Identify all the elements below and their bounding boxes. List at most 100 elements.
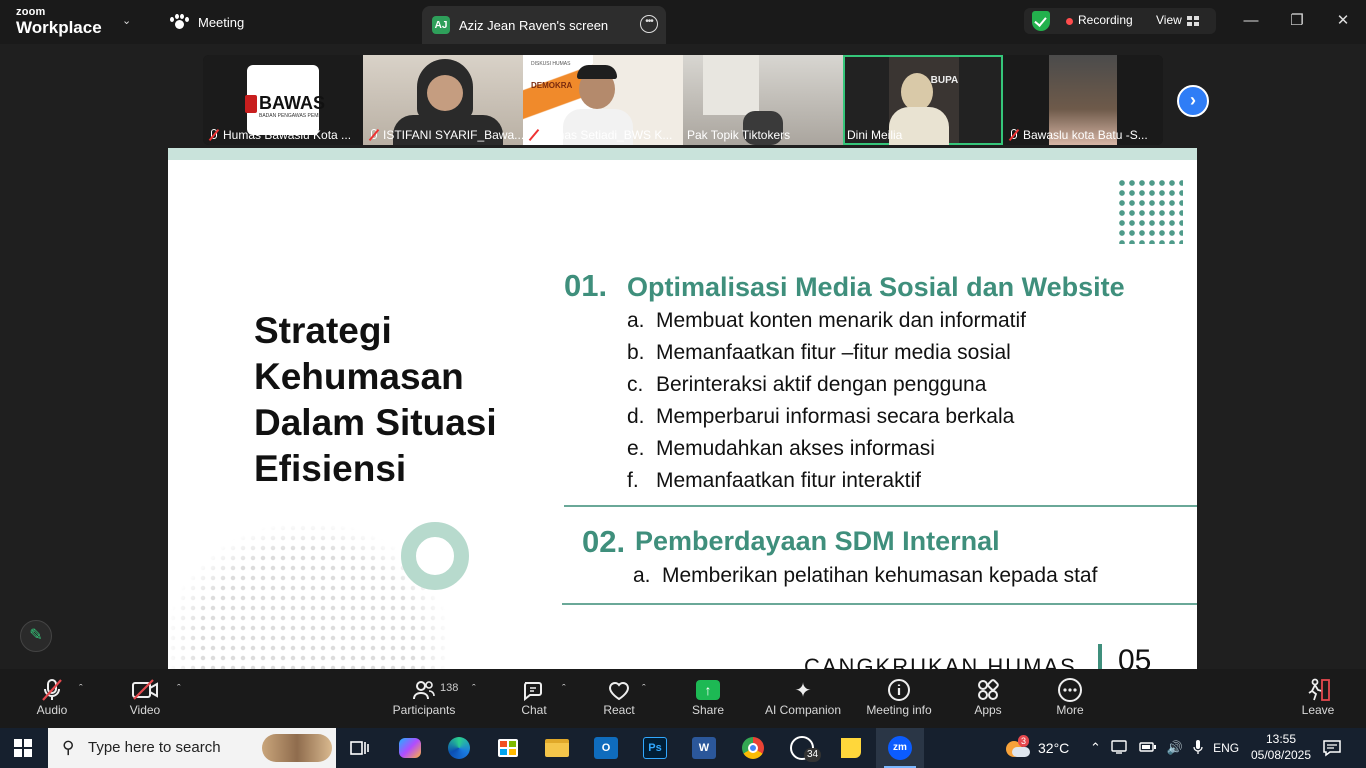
participant-name-label: ISTIFANI SYARIF_Bawa... <box>367 128 523 142</box>
chrome-icon[interactable] <box>729 728 777 768</box>
ai-companion-label: AI Companion <box>764 703 842 717</box>
microphone-in-use-icon[interactable] <box>1193 739 1203 758</box>
recording-label[interactable]: Recording <box>1078 13 1133 27</box>
leave-icon <box>1300 677 1336 703</box>
pencil-icon: ✎ <box>29 627 43 644</box>
whatsapp-icon[interactable]: 34 <box>778 728 826 768</box>
view-button[interactable]: View <box>1156 13 1182 27</box>
search-highlight-image <box>262 734 332 762</box>
participant-face <box>901 73 933 111</box>
bawaslu-logo: BAWAS BADAN PENGAWAS PEMI <box>245 65 325 135</box>
search-placeholder: Type here to search <box>88 739 221 756</box>
footer-accent-bar <box>1098 644 1102 669</box>
participant-tile[interactable]: Bawaslu kota Batu -S... <box>1003 55 1163 145</box>
video-off-icon <box>126 677 164 703</box>
meeting-info-button[interactable]: Meeting info <box>863 677 935 717</box>
section-divider <box>562 603 1197 605</box>
apps-button[interactable]: Apps <box>970 677 1006 717</box>
leave-label: Leave <box>1301 703 1335 717</box>
meeting-menu-label: Meeting <box>198 14 245 30</box>
show-hidden-icons-chevron-icon[interactable]: ⌃ <box>1090 740 1101 756</box>
leave-button[interactable]: Leave <box>1300 677 1336 717</box>
security-shield-icon[interactable] <box>1032 11 1050 31</box>
bawaslu-logo-subtext: BADAN PENGAWAS PEMI <box>259 113 320 119</box>
system-clock[interactable]: 13:55 05/08/2025 <box>1248 731 1314 763</box>
participant-tile[interactable]: ISTIFANI SYARIF_Bawa... <box>363 55 523 145</box>
system-tray: ⌃ 🔊 ENG <box>1090 728 1239 768</box>
next-participants-button[interactable]: › <box>1177 85 1209 117</box>
screen-share-tab[interactable]: AJ Aziz Jean Raven's screen ••• <box>422 6 666 44</box>
participant-name: Dimas Setiadi_BWS K... <box>543 128 673 142</box>
chat-icon <box>516 677 552 703</box>
recording-dot-icon <box>1066 18 1073 25</box>
list-item: e. Memudahkan akses informasi <box>627 437 935 460</box>
participant-tile[interactable]: DISKUSI HUMAS DEMOKRA Dimas Setiadi_BWS … <box>523 55 683 145</box>
close-button[interactable]: ✕ <box>1333 11 1353 31</box>
grid-view-icon[interactable] <box>1187 16 1199 26</box>
react-button[interactable]: React <box>600 677 638 717</box>
section-number: 01. <box>564 268 608 303</box>
ai-companion-button[interactable]: ✦ AI Companion <box>763 677 843 718</box>
file-explorer-icon[interactable] <box>533 728 581 768</box>
microsoft-store-icon[interactable] <box>484 728 532 768</box>
participant-name: Bawaslu kota Batu -S... <box>1023 128 1148 142</box>
volume-icon[interactable]: 🔊 <box>1167 740 1183 756</box>
temperature: 32°C <box>1038 740 1070 756</box>
copilot-icon[interactable] <box>386 728 434 768</box>
clock-time: 13:55 <box>1265 732 1297 746</box>
sticky-notes-icon[interactable] <box>827 728 875 768</box>
meeting-stage: BAWAS BADAN PENGAWAS PEMI Humas Bawaslu … <box>0 44 1366 669</box>
task-view-icon[interactable] <box>336 728 384 768</box>
participant-tile[interactable]: Pak Topik Tiktokers <box>683 55 843 145</box>
participant-name-label: Pak Topik Tiktokers <box>687 128 790 142</box>
windows-start-icon[interactable] <box>14 739 32 757</box>
video-label: Video <box>129 703 161 717</box>
restore-button[interactable]: ❐ <box>1287 11 1307 31</box>
react-options-chevron-icon[interactable]: ˆ <box>642 683 646 695</box>
video-options-chevron-icon[interactable]: ˆ <box>177 683 181 695</box>
taskbar-search-box[interactable]: ⚲ Type here to search <box>48 728 336 768</box>
chat-options-chevron-icon[interactable]: ˆ <box>562 683 566 695</box>
word-icon[interactable]: W <box>680 728 728 768</box>
more-label: More <box>1056 703 1084 717</box>
zoom-taskbar-icon[interactable]: zm <box>876 728 924 768</box>
audio-button[interactable]: Audio <box>34 677 70 717</box>
edge-browser-icon[interactable] <box>435 728 483 768</box>
outlook-icon[interactable]: O <box>582 728 630 768</box>
participant-name-label: Dini Meilia <box>847 128 902 142</box>
react-label: React <box>603 703 635 717</box>
list-item: a. Memberikan pelatihan kehumasan kepada … <box>633 564 1098 587</box>
list-item: c. Berinteraksi aktif dengan pengguna <box>627 373 987 396</box>
minimize-button[interactable]: — <box>1241 11 1261 31</box>
slide-footer-text: CANGKRUKAN HUMAS <box>804 654 1077 669</box>
video-button[interactable]: Video <box>126 677 164 717</box>
participant-name-label: Dimas Setiadi_BWS K... <box>527 128 672 142</box>
annotate-pencil-button[interactable]: ✎ <box>20 620 52 652</box>
input-language[interactable]: ENG <box>1213 741 1239 755</box>
audio-options-chevron-icon[interactable]: ˆ <box>79 683 83 695</box>
decorative-ring <box>401 522 469 590</box>
weather-widget[interactable]: 3 32°C <box>1004 728 1069 768</box>
active-speaker-tile[interactable]: A BUPA Dini Meilia <box>843 55 1003 145</box>
presenter-avatar: AJ <box>432 16 450 34</box>
more-options-icon[interactable]: ••• <box>640 15 658 33</box>
sparkle-icon: ✦ <box>794 679 812 702</box>
participant-name-label: Bawaslu kota Batu -S... <box>1007 128 1148 142</box>
more-button[interactable]: More <box>1052 677 1088 717</box>
participants-label: Participants <box>392 703 456 717</box>
share-screen-button[interactable]: ↑ Share <box>690 677 726 717</box>
section-divider <box>564 505 1197 507</box>
meeting-menu[interactable]: Meeting <box>170 14 244 30</box>
participants-options-chevron-icon[interactable]: ˆ <box>472 683 476 695</box>
list-item: d. Memperbarui informasi secara berkala <box>627 405 1015 428</box>
photoshop-icon[interactable]: Ps <box>631 728 679 768</box>
brand-chevron-down-icon[interactable]: ⌄ <box>122 14 131 27</box>
network-icon[interactable] <box>1111 739 1129 757</box>
chat-button[interactable]: Chat <box>516 677 552 717</box>
slide-title: Strategi Kehumasan Dalam Situasi Efisien… <box>254 310 497 489</box>
meeting-info-label: Meeting info <box>866 703 932 717</box>
participant-tile[interactable]: BAWAS BADAN PENGAWAS PEMI Humas Bawaslu … <box>203 55 363 145</box>
paw-icon <box>170 14 189 30</box>
battery-icon[interactable] <box>1139 741 1157 756</box>
notifications-icon[interactable] <box>1322 728 1342 768</box>
